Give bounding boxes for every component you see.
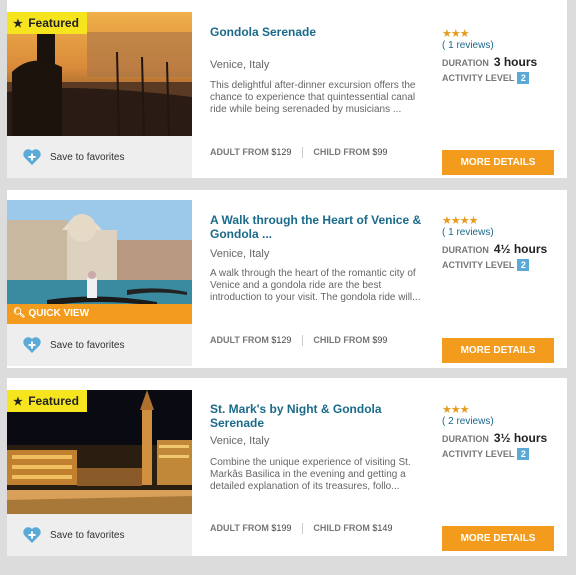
- activity-level: ACTIVITY LEVEL 2: [442, 72, 562, 84]
- heart-plus-icon[interactable]: [22, 525, 42, 545]
- magnifier-icon: 🔍︎: [13, 308, 26, 319]
- tour-list: ★ Featured Save to favorites Gondola Ser…: [0, 0, 576, 575]
- tour-title[interactable]: A Walk through the Heart of Venice & Gon…: [210, 213, 425, 241]
- adult-price: $129: [271, 335, 292, 345]
- tour-description: A walk through the heart of the romantic…: [210, 268, 421, 303]
- tour-card: ★ Featured Save to favorites Gondola Ser…: [7, 0, 567, 178]
- tour-card: ★ Featured Save to favorites St. Mark's …: [7, 378, 567, 556]
- tour-title[interactable]: Gondola Serenade: [210, 25, 425, 39]
- price-divider: [301, 523, 303, 535]
- more-details-button[interactable]: MORE DETAILS: [442, 526, 554, 551]
- duration: DURATION 3 hours: [442, 55, 562, 69]
- rating-stars: ★★★: [442, 404, 470, 416]
- adult-price: $129: [271, 147, 292, 157]
- price-divider: [301, 147, 303, 159]
- child-price-label: CHILD FROM: [313, 147, 370, 157]
- review-count[interactable]: ( 1 reviews): [442, 227, 562, 238]
- adult-price-label: ADULT FROM: [210, 523, 269, 533]
- activity-level-value: 2: [517, 72, 530, 84]
- duration: DURATION 3½ hours: [442, 431, 562, 445]
- tour-image[interactable]: ★ Featured: [7, 12, 192, 136]
- tour-meta: ★★★ ( 2 reviews) DURATION 3½ hours ACTIVI…: [442, 403, 562, 460]
- quick-view-button[interactable]: 🔍︎ QUICK VIEW: [7, 304, 192, 324]
- child-price: $99: [372, 147, 388, 157]
- tour-description: Combine the unique experience of visitin…: [210, 457, 411, 492]
- duration-label: DURATION: [442, 58, 489, 68]
- featured-label: Featured: [28, 394, 79, 408]
- save-favorites-label[interactable]: Save to favorites: [50, 530, 124, 541]
- tour-meta: ★★★ ( 1 reviews) DURATION 3 hours ACTIVIT…: [442, 27, 562, 84]
- activity-level-label: ACTIVITY LEVEL: [442, 260, 515, 270]
- activity-level-value: 2: [517, 259, 530, 271]
- tour-location: Venice, Italy: [210, 59, 270, 71]
- child-price-label: CHILD FROM: [313, 523, 370, 533]
- adult-price-label: ADULT FROM: [210, 147, 269, 157]
- tour-prices: ADULT FROM $199 CHILD FROM $149: [210, 523, 393, 535]
- duration-value: 3½ hours: [493, 431, 548, 445]
- rating-stars: ★★★: [442, 28, 470, 40]
- tour-title[interactable]: St. Mark's by Night & Gondola Serenade: [210, 402, 425, 430]
- save-favorites[interactable]: Save to favorites: [7, 514, 192, 556]
- activity-level: ACTIVITY LEVEL 2: [442, 259, 562, 271]
- adult-price: $199: [271, 523, 292, 533]
- child-price: $99: [372, 335, 388, 345]
- review-count[interactable]: ( 1 reviews): [442, 40, 562, 51]
- tour-meta: ★★★★ ( 1 reviews) DURATION 4½ hours ACTIV…: [442, 214, 562, 271]
- duration: DURATION 4½ hours: [442, 242, 562, 256]
- more-details-button[interactable]: MORE DETAILS: [442, 338, 554, 363]
- review-count[interactable]: ( 2 reviews): [442, 416, 562, 427]
- star-icon: ★: [13, 396, 23, 408]
- activity-level-label: ACTIVITY LEVEL: [442, 449, 515, 459]
- activity-level-label: ACTIVITY LEVEL: [442, 73, 515, 83]
- featured-badge: ★ Featured: [7, 390, 87, 412]
- rating-stars: ★★★★: [442, 215, 478, 227]
- activity-level-value: 2: [517, 448, 530, 460]
- tour-description: This delightful after-dinner excursion o…: [210, 80, 416, 115]
- featured-label: Featured: [28, 16, 79, 30]
- adult-price-label: ADULT FROM: [210, 335, 269, 345]
- quick-view-label[interactable]: QUICK VIEW: [28, 308, 89, 319]
- tour-location: Venice, Italy: [210, 248, 270, 260]
- save-favorites-label[interactable]: Save to favorites: [50, 340, 124, 351]
- heart-plus-icon[interactable]: [22, 147, 42, 167]
- tour-prices: ADULT FROM $129 CHILD FROM $99: [210, 335, 388, 347]
- tour-prices: ADULT FROM $129 CHILD FROM $99: [210, 147, 388, 159]
- more-details-button[interactable]: MORE DETAILS: [442, 150, 554, 175]
- duration-value: 3 hours: [493, 55, 538, 69]
- heart-plus-icon[interactable]: [22, 335, 42, 355]
- save-favorites-label[interactable]: Save to favorites: [50, 152, 124, 163]
- tour-image[interactable]: 🔍︎ QUICK VIEW: [7, 200, 192, 324]
- tour-image[interactable]: ★ Featured: [7, 390, 192, 514]
- tour-card: 🔍︎ QUICK VIEW Save to favorites A Walk t…: [7, 190, 567, 368]
- featured-badge: ★ Featured: [7, 12, 87, 34]
- save-favorites[interactable]: Save to favorites: [7, 136, 192, 178]
- price-divider: [301, 335, 303, 347]
- save-favorites[interactable]: Save to favorites: [7, 324, 192, 366]
- child-price-label: CHILD FROM: [313, 335, 370, 345]
- tour-location: Venice, Italy: [210, 435, 270, 447]
- duration-label: DURATION: [442, 434, 489, 444]
- duration-label: DURATION: [442, 245, 489, 255]
- star-icon: ★: [13, 18, 23, 30]
- duration-value: 4½ hours: [493, 242, 548, 256]
- child-price: $149: [372, 523, 393, 533]
- activity-level: ACTIVITY LEVEL 2: [442, 448, 562, 460]
